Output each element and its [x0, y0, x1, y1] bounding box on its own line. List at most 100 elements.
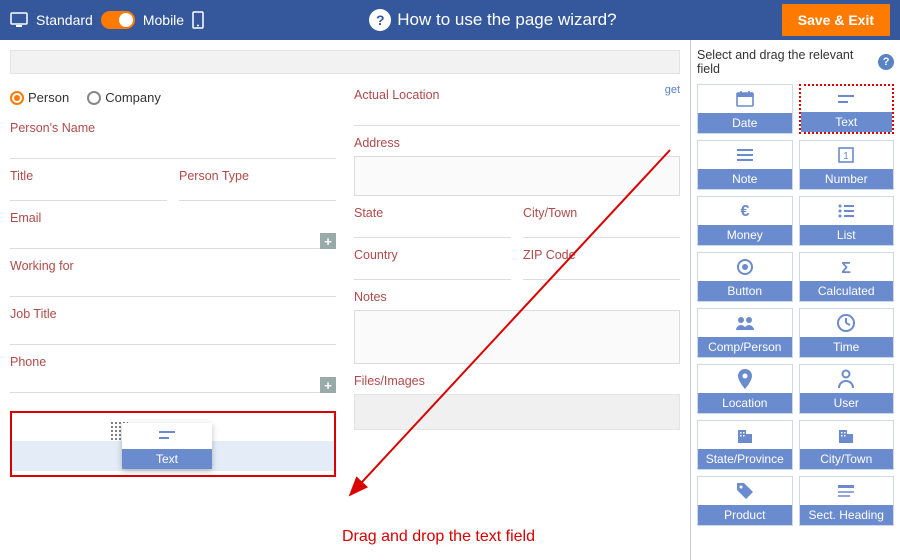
building-icon	[836, 421, 856, 449]
radio-company[interactable]: Company	[87, 90, 161, 105]
palette-tile-user[interactable]: User	[799, 364, 895, 414]
palette-help-icon[interactable]: ?	[878, 54, 894, 70]
field-palette: Select and drag the relevant field ? Dat…	[690, 40, 900, 560]
palette-tile-number[interactable]: 1 Number	[799, 140, 895, 190]
palette-tile-label: Number	[800, 169, 894, 189]
palette-tile-date[interactable]: Date	[697, 84, 793, 134]
input-city-town[interactable]	[523, 220, 680, 238]
input-person-type[interactable]	[179, 183, 336, 201]
label-files-images: Files/Images	[354, 370, 680, 388]
tag-icon	[735, 477, 755, 505]
input-zip[interactable]	[523, 262, 680, 280]
palette-tile-label: Text	[801, 112, 893, 132]
mobile-icon	[192, 11, 204, 29]
input-phone[interactable]	[10, 375, 320, 393]
calendar-icon	[735, 85, 755, 113]
input-files-images[interactable]	[354, 394, 680, 430]
dragged-text-tile[interactable]: Text	[122, 423, 212, 469]
radio-person[interactable]: Person	[10, 90, 69, 105]
input-job-title[interactable]	[10, 327, 336, 345]
label-persons-name: Person's Name	[10, 117, 336, 135]
form-canvas: Person Company Person's Name Title	[0, 40, 690, 560]
palette-tile-time[interactable]: Time	[799, 308, 895, 358]
standard-label: Standard	[36, 12, 93, 28]
palette-tile-label: Calculated	[800, 281, 894, 301]
input-address[interactable]	[354, 156, 680, 196]
palette-tile-button[interactable]: Button	[697, 252, 793, 302]
page-title-input[interactable]	[10, 50, 680, 74]
input-actual-location[interactable]	[354, 108, 680, 126]
palette-tile-list[interactable]: List	[799, 196, 895, 246]
palette-tile-label: City/Town	[800, 449, 894, 469]
label-working-for: Working for	[10, 255, 336, 273]
palette-tile-label: Sect. Heading	[800, 505, 894, 525]
palette-tile-label: State/Province	[698, 449, 792, 469]
number-icon: 1	[836, 141, 856, 169]
save-exit-button[interactable]: Save & Exit	[782, 4, 890, 36]
form-right-column: Actual Location get Address State City/T…	[354, 84, 680, 477]
label-actual-location: Actual Location	[354, 84, 665, 102]
svg-text:Σ: Σ	[841, 260, 851, 277]
standard-mobile-toggle[interactable]	[101, 11, 135, 29]
palette-tile-product[interactable]: Product	[697, 476, 793, 526]
get-location-link[interactable]: get	[665, 84, 680, 96]
label-title: Title	[10, 165, 167, 183]
heading-icon	[836, 477, 856, 505]
palette-tile-sect-heading[interactable]: Sect. Heading	[799, 476, 895, 526]
monitor-icon	[10, 12, 28, 28]
pin-icon	[737, 365, 753, 393]
palette-tile-label: Button	[698, 281, 792, 301]
drop-target-highlight[interactable]: Text	[10, 411, 336, 477]
form-left-column: Person Company Person's Name Title	[10, 84, 336, 477]
input-working-for[interactable]	[10, 279, 336, 297]
radio-dot-icon	[10, 91, 24, 105]
input-country[interactable]	[354, 262, 511, 280]
label-job-title: Job Title	[10, 303, 336, 321]
palette-tile-label: Money	[698, 225, 792, 245]
wizard-help-link[interactable]: How to use the page wizard?	[397, 10, 616, 30]
note-icon	[735, 141, 755, 169]
palette-tile-label: User	[800, 393, 894, 413]
input-title[interactable]	[10, 183, 167, 201]
label-person-type: Person Type	[179, 165, 336, 183]
palette-tile-label: Time	[800, 337, 894, 357]
palette-tile-label: Note	[698, 169, 792, 189]
dragged-tile-label: Text	[122, 449, 212, 469]
palette-tile-calculated[interactable]: Σ Calculated	[799, 252, 895, 302]
building-icon	[735, 421, 755, 449]
sigma-icon: Σ	[836, 253, 856, 281]
label-address: Address	[354, 132, 680, 150]
palette-tile-comp-person[interactable]: Comp/Person	[697, 308, 793, 358]
user-icon	[837, 365, 855, 393]
add-phone-button[interactable]: +	[320, 377, 336, 393]
input-notes[interactable]	[354, 310, 680, 364]
annotation-caption: Drag and drop the text field	[342, 528, 535, 546]
input-persons-name[interactable]	[10, 141, 336, 159]
palette-tile-location[interactable]: Location	[697, 364, 793, 414]
svg-text:1: 1	[843, 151, 849, 162]
palette-tile-text[interactable]: Text	[799, 84, 895, 134]
palette-tile-money[interactable]: € Money	[697, 196, 793, 246]
add-email-button[interactable]: +	[320, 233, 336, 249]
palette-tile-label: Location	[698, 393, 792, 413]
radio-dot-icon	[87, 91, 101, 105]
text-icon	[836, 86, 856, 112]
label-city-town: City/Town	[523, 202, 680, 220]
radio-person-label: Person	[28, 90, 69, 105]
palette-tile-label: Product	[698, 505, 792, 525]
label-phone: Phone	[10, 351, 336, 369]
label-country: Country	[354, 244, 511, 262]
label-notes: Notes	[354, 286, 680, 304]
people-icon	[734, 309, 756, 337]
input-state[interactable]	[354, 220, 511, 238]
palette-tile-label: Comp/Person	[698, 337, 792, 357]
clock-icon	[836, 309, 856, 337]
palette-tile-label: List	[800, 225, 894, 245]
palette-tile-state-province[interactable]: State/Province	[697, 420, 793, 470]
help-icon[interactable]: ?	[369, 9, 391, 31]
palette-tile-city-town[interactable]: City/Town	[799, 420, 895, 470]
label-state: State	[354, 202, 511, 220]
input-email[interactable]	[10, 231, 320, 249]
palette-tile-note[interactable]: Note	[697, 140, 793, 190]
svg-text:€: €	[740, 203, 749, 220]
